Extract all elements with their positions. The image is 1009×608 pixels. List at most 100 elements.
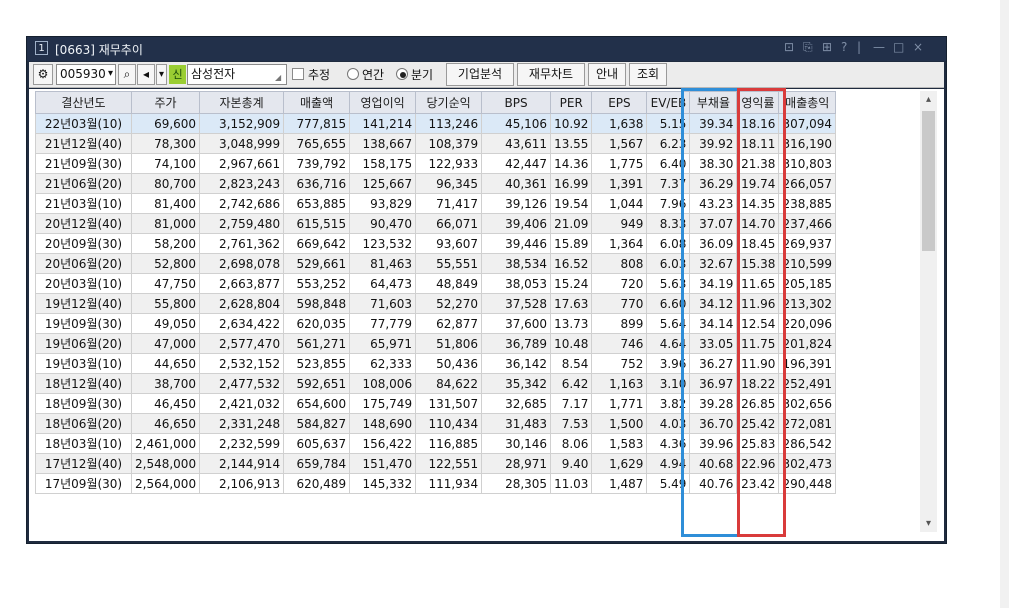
header-cell[interactable]: PER <box>550 91 593 114</box>
table-row[interactable]: 19년06월(20) 47,000 2,577,470 561,271 65,971 51… <box>35 333 837 354</box>
table-cell: 36,789 <box>481 333 552 354</box>
table-cell: 77,779 <box>349 313 417 334</box>
data-grid-area: 결산년도 주가 자본총계 매출액 영업이익 당기순익 BPS PER EPS E… <box>29 88 944 541</box>
table-row[interactable]: 20년09월(30) 58,200 2,761,362 669,642 123,532 9… <box>35 233 837 254</box>
table-row[interactable]: 17년12월(40) 2,548,000 2,144,914 659,784 151,4… <box>35 453 837 474</box>
table-cell: 49,050 <box>130 313 201 334</box>
snap-icon[interactable]: ⊡ <box>784 40 794 54</box>
header-cell[interactable]: EV/EB <box>646 91 691 114</box>
table-row[interactable]: 21년03월(10) 81,400 2,742,686 653,885 93,829 71… <box>35 193 837 214</box>
scroll-up-icon[interactable]: ▴ <box>920 91 937 108</box>
table-cell: 18.11 <box>736 133 780 154</box>
scroll-down-icon[interactable]: ▾ <box>920 515 937 532</box>
table-cell: 151,470 <box>349 453 417 474</box>
table-row[interactable]: 18년12월(40) 38,700 2,477,532 592,651 108,006 8… <box>35 373 837 394</box>
header-cell[interactable]: 영익률 <box>736 91 780 114</box>
table-row[interactable]: 20년03월(10) 47,750 2,663,877 553,252 64,473 48… <box>35 273 837 294</box>
code-dropdown-icon[interactable]: ▾ <box>105 65 116 84</box>
finance-chart-button[interactable]: 재무차트 <box>517 63 585 86</box>
header-cell[interactable]: 매출총익 <box>778 91 837 114</box>
title-bar: 1 [0663] 재무추이 ⊡ ⎘ ⊞ ? | — □ × <box>27 37 946 61</box>
query-button[interactable]: 조회 <box>629 63 667 86</box>
header-cell[interactable]: 부채율 <box>689 91 738 114</box>
table-cell: 1,583 <box>591 433 648 454</box>
table-cell: 302,656 <box>778 393 837 414</box>
table-row[interactable]: 21년09월(30) 74,100 2,967,661 739,792 158,175 1… <box>35 153 837 174</box>
table-row[interactable]: 21년06월(20) 80,700 2,823,243 636,716 125,667 9… <box>35 173 837 194</box>
table-cell: 90,470 <box>349 213 417 234</box>
table-row[interactable]: 19년12월(40) 55,800 2,628,804 598,848 71,603 52… <box>35 293 837 314</box>
table-cell: 1,163 <box>591 373 648 394</box>
table-row[interactable]: 22년03월(10) 69,600 3,152,909 777,815 141,214 1… <box>35 113 837 134</box>
table-cell: 266,057 <box>778 173 837 194</box>
table-row[interactable]: 19년09월(30) 49,050 2,634,422 620,035 77,779 62… <box>35 313 837 334</box>
table-cell: 18년03월(10) <box>35 433 132 454</box>
table-cell: 44,650 <box>130 353 201 374</box>
page-scroll-track[interactable] <box>1000 0 1009 608</box>
guide-button[interactable]: 안내 <box>588 63 626 86</box>
table-cell: 19년06월(20) <box>35 333 132 354</box>
estimate-checkbox[interactable] <box>292 68 304 80</box>
header-cell[interactable]: 매출액 <box>283 91 351 114</box>
table-row[interactable]: 21년12월(40) 78,300 3,048,999 765,655 138,667 1… <box>35 133 837 154</box>
stock-name-field[interactable]: 삼성전자 <box>187 64 287 85</box>
scroll-thumb[interactable] <box>922 111 935 251</box>
table-cell: 949 <box>591 213 648 234</box>
table-cell: 6.42 <box>550 373 593 394</box>
header-cell[interactable]: BPS <box>481 91 552 114</box>
copy-window-icon[interactable]: ⎘ <box>803 40 813 55</box>
table-cell: 14.36 <box>550 153 593 174</box>
table-cell: 3,152,909 <box>199 113 285 134</box>
search-icon[interactable]: ⌕ <box>118 64 136 85</box>
table-cell: 7.17 <box>550 393 593 414</box>
speaker-icon[interactable]: ◂ <box>137 64 155 85</box>
close-icon[interactable]: × <box>913 40 923 54</box>
table-row[interactable]: 20년06월(20) 52,800 2,698,078 529,661 81,463 55… <box>35 253 837 274</box>
table-cell: 81,400 <box>130 193 201 214</box>
maximize-icon[interactable]: □ <box>893 40 904 54</box>
table-cell: 196,391 <box>778 353 837 374</box>
pin-icon[interactable]: ⊞ <box>822 40 832 54</box>
table-cell: 48,849 <box>415 273 483 294</box>
table-cell: 1,629 <box>591 453 648 474</box>
table-cell: 20년03월(10) <box>35 273 132 294</box>
table-cell: 18.16 <box>736 113 780 134</box>
minimize-icon[interactable]: — <box>873 40 885 54</box>
company-analysis-button[interactable]: 기업분석 <box>446 63 514 86</box>
window-title: [0663] 재무추이 <box>55 43 143 57</box>
header-cell[interactable]: 결산년도 <box>35 91 132 114</box>
table-row[interactable]: 17년09월(30) 2,564,000 2,106,913 620,489 145,3… <box>35 473 837 494</box>
table-row[interactable]: 18년06월(20) 46,650 2,331,248 584,827 148,690 1… <box>35 413 837 434</box>
table-row[interactable]: 20년12월(40) 81,000 2,759,480 615,515 90,470 66… <box>35 213 837 234</box>
table-cell: 39.34 <box>689 113 738 134</box>
table-cell: 43.23 <box>689 193 738 214</box>
table-cell: 39,446 <box>481 233 552 254</box>
quarter-radio[interactable] <box>396 68 408 80</box>
estimate-label: 추정 <box>308 68 331 82</box>
table-cell: 15.89 <box>550 233 593 254</box>
header-cell[interactable]: 주가 <box>130 91 201 114</box>
header-cell[interactable]: 자본총계 <box>199 91 285 114</box>
vertical-scrollbar[interactable]: ▴ ▾ <box>920 91 937 532</box>
table-cell: 66,071 <box>415 213 483 234</box>
table-cell: 34.12 <box>689 293 738 314</box>
header-cell[interactable]: 영업이익 <box>349 91 417 114</box>
help-icon[interactable]: ? <box>841 40 847 54</box>
table-cell: 2,532,152 <box>199 353 285 374</box>
prev-dropdown-icon[interactable]: ▾ <box>156 64 167 85</box>
header-cell[interactable]: 당기순익 <box>415 91 483 114</box>
annual-radio[interactable] <box>347 68 359 80</box>
header-cell[interactable]: EPS <box>591 91 648 114</box>
table-cell: 1,775 <box>591 153 648 174</box>
table-cell: 108,006 <box>349 373 417 394</box>
table-cell: 269,937 <box>778 233 837 254</box>
table-row[interactable]: 19년03월(10) 44,650 2,532,152 523,855 62,333 50… <box>35 353 837 374</box>
table-row[interactable]: 18년03월(10) 2,461,000 2,232,599 605,637 156,4… <box>35 433 837 454</box>
table-cell: 205,185 <box>778 273 837 294</box>
table-cell: 175,749 <box>349 393 417 414</box>
settings-icon[interactable]: ⚙ <box>33 64 53 85</box>
table-cell: 4.64 <box>646 333 691 354</box>
table-cell: 1,567 <box>591 133 648 154</box>
table-cell: 32,685 <box>481 393 552 414</box>
table-row[interactable]: 18년09월(30) 46,450 2,421,032 654,600 175,749 1… <box>35 393 837 414</box>
